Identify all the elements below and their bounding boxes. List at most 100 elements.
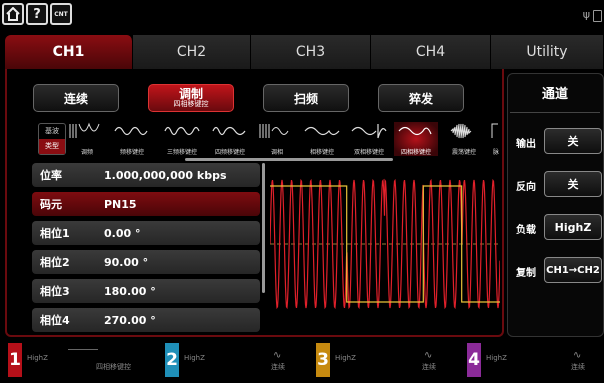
- mod-item-label: 四相移键控: [400, 149, 431, 156]
- channel3-status[interactable]: 3 HighZ ∿ 连续: [316, 343, 458, 377]
- param-label: 相位2: [40, 256, 70, 269]
- mod-item-label: 相移键控: [309, 149, 334, 156]
- channel2-number: 2: [165, 343, 179, 377]
- wave-icon: [69, 122, 100, 138]
- param-phase2[interactable]: 相位2 90.00 °: [32, 250, 260, 274]
- invert-label: 反向: [516, 182, 536, 193]
- tab-utility[interactable]: Utility: [491, 35, 604, 69]
- mod-item-3fsk[interactable]: 三频移键控: [160, 122, 204, 156]
- mode-continuous-button[interactable]: 连续: [33, 84, 119, 112]
- wave-icon: [259, 124, 289, 138]
- param-label: 相位3: [40, 285, 70, 298]
- param-label: 相位1: [40, 227, 70, 240]
- tab-ch1[interactable]: CH1: [5, 35, 133, 69]
- param-phase1[interactable]: 相位1 0.00 °: [32, 221, 260, 245]
- mod-item-label: 调相: [270, 149, 283, 156]
- right-panel-title: 通道: [541, 87, 568, 102]
- param-bit-rate[interactable]: 位率 1.000,000,000 kbps: [32, 163, 260, 187]
- channel3-mode: 连续: [422, 363, 436, 371]
- mod-side-top: 基波: [45, 127, 59, 135]
- param-phase3[interactable]: 相位3 180.00 °: [32, 279, 260, 303]
- load-label: 负载: [516, 225, 536, 236]
- param-value: 180.00 °: [104, 284, 156, 298]
- usb-icon: ψ: [582, 8, 590, 21]
- mod-item-label: 调频: [80, 149, 93, 156]
- mod-item-pm[interactable]: 调相: [258, 122, 296, 156]
- channel2-load: HighZ: [184, 354, 205, 362]
- mod-item-label: 三频移键控: [166, 149, 197, 156]
- right-panel-divider: [510, 112, 600, 113]
- help-icon[interactable]: ?: [26, 3, 48, 25]
- param-code[interactable]: 码元 PN15: [32, 192, 260, 216]
- channel1-load: HighZ: [27, 354, 48, 362]
- mod-item-psk[interactable]: 相移键控: [302, 122, 342, 156]
- mode-modulation-button[interactable]: 调制 四相移键控: [148, 84, 234, 112]
- channel3-wave-icon: ∿: [424, 350, 433, 361]
- channel3-load: HighZ: [335, 354, 356, 362]
- mod-item-label: 双相移键控: [353, 149, 384, 156]
- param-value: 0.00 °: [104, 226, 141, 240]
- param-value: 1.000,000,000 kbps: [104, 168, 227, 182]
- mod-item-bpsk[interactable]: 双相移键控: [346, 122, 392, 156]
- output-toggle[interactable]: 关: [544, 128, 602, 154]
- channel3-number: 3: [316, 343, 330, 377]
- wave-icon: [114, 126, 148, 136]
- wave-icon: [304, 126, 340, 136]
- mode-modulation-label: 调制: [178, 87, 203, 102]
- tab-ch3[interactable]: CH3: [251, 35, 371, 69]
- param-value: 90.00 °: [104, 255, 149, 269]
- param-value: 270.00 °: [104, 313, 156, 327]
- wave-icon: [491, 123, 498, 138]
- battery-icon: [593, 10, 602, 22]
- channel1-status[interactable]: 1 HighZ 四相移键控: [8, 343, 156, 377]
- param-label: 码元: [40, 198, 62, 211]
- load-button[interactable]: HighZ: [544, 214, 602, 240]
- mod-strip-scrollbar[interactable]: [185, 158, 393, 161]
- counter-icon[interactable]: CNT: [50, 3, 72, 25]
- tab-ch4[interactable]: CH4: [371, 35, 491, 69]
- channel4-load: HighZ: [486, 354, 507, 362]
- mode-burst-button[interactable]: 猝发: [378, 84, 464, 112]
- channel4-number: 4: [467, 343, 481, 377]
- mod-item-label: 频移键控: [119, 149, 144, 156]
- output-label: 输出: [516, 139, 536, 150]
- mod-item-osk[interactable]: 震荡键控: [442, 122, 486, 156]
- mode-modulation-sub: 四相移键控: [173, 99, 209, 108]
- channel4-mode: 连续: [571, 363, 585, 371]
- copy-button[interactable]: CH1→CH2: [544, 257, 602, 283]
- channel1-number: 1: [8, 343, 22, 377]
- param-label: 相位4: [40, 314, 70, 327]
- channel1-mode: 四相移键控: [96, 363, 131, 371]
- channel2-wave-icon: ∿: [273, 350, 282, 361]
- home-icon[interactable]: [2, 3, 24, 25]
- param-value: PN15: [104, 197, 137, 211]
- mod-item-4fsk[interactable]: 四频移键控: [208, 122, 252, 156]
- wave-icon: [164, 126, 200, 136]
- mod-item-label: 四频移键控: [214, 149, 245, 156]
- mod-side-bottom: 类型: [39, 139, 65, 154]
- channel1-icon: [68, 349, 98, 350]
- param-phase4[interactable]: 相位4 270.00 °: [32, 308, 260, 332]
- invert-toggle[interactable]: 关: [544, 171, 602, 197]
- channel2-status[interactable]: 2 HighZ ∿ 连续: [165, 343, 307, 377]
- param-scrollbar[interactable]: [262, 163, 265, 293]
- mod-item-label: 脉: [492, 149, 499, 156]
- mod-item-label: 震荡键控: [451, 149, 476, 156]
- wave-icon: [351, 124, 387, 139]
- param-label: 位率: [40, 169, 62, 182]
- copy-label: 复制: [516, 268, 536, 279]
- mod-item-fsk[interactable]: 频移键控: [110, 122, 154, 156]
- mod-item-qpsk[interactable]: 四相移键控: [394, 122, 438, 156]
- wave-icon: [212, 126, 246, 136]
- mod-item-pulse[interactable]: 脉: [490, 122, 502, 156]
- mod-item-fm[interactable]: 调频: [68, 122, 106, 156]
- wave-icon: [450, 123, 472, 139]
- waveform-preview: [270, 178, 500, 310]
- channel2-mode: 连续: [271, 363, 285, 371]
- wave-icon: [398, 126, 432, 136]
- channel4-wave-icon: ∿: [573, 350, 582, 361]
- tab-ch2[interactable]: CH2: [133, 35, 251, 69]
- channel4-status[interactable]: 4 HighZ ∿ 连续: [467, 343, 602, 377]
- mode-sweep-button[interactable]: 扫频: [263, 84, 349, 112]
- mod-type-side: 基波 类型: [38, 123, 66, 155]
